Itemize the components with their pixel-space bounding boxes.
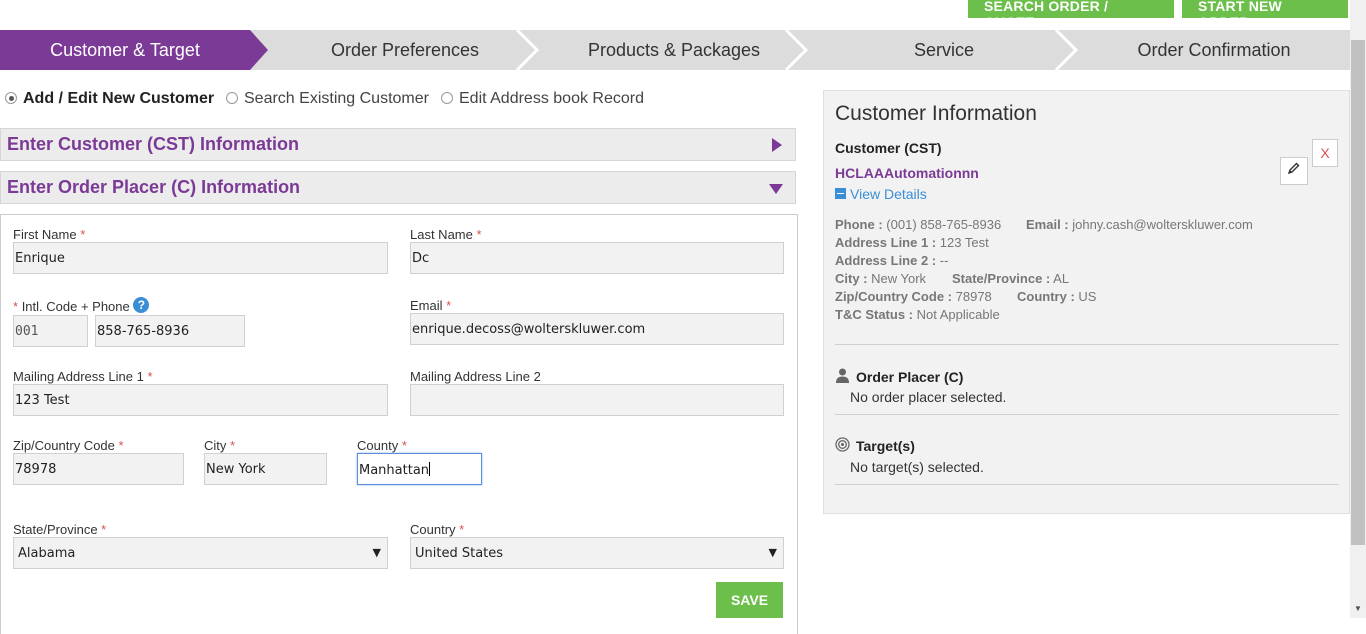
radio-button[interactable] bbox=[5, 92, 17, 104]
state-select[interactable]: Alabama ▼ bbox=[13, 537, 388, 569]
step-products-packages[interactable]: Products & Packages bbox=[540, 30, 808, 70]
order-placer-section-header[interactable]: Enter Order Placer (C) Information bbox=[0, 171, 796, 204]
dropdown-arrow-icon: ▼ bbox=[372, 546, 381, 559]
address2-label: Mailing Address Line 2 bbox=[410, 369, 541, 384]
step-order-confirmation[interactable]: Order Confirmation bbox=[1078, 30, 1350, 70]
state-label: State/Province * bbox=[13, 522, 107, 537]
last-name-input[interactable]: Dc bbox=[410, 242, 784, 274]
step-customer-target[interactable]: Customer & Target bbox=[0, 30, 250, 70]
cst-section-header[interactable]: Enter Customer (CST) Information bbox=[0, 128, 796, 161]
scrollbar-thumb[interactable] bbox=[1351, 40, 1365, 545]
targets-empty-text: No target(s) selected. bbox=[850, 459, 984, 475]
detail-address1: Address Line 1 : 123 Test bbox=[835, 235, 989, 250]
first-name-label: First Name * bbox=[13, 227, 86, 242]
country-select[interactable]: United States ▼ bbox=[410, 537, 784, 569]
state-selected-value: Alabama bbox=[18, 546, 76, 561]
phone-label: * Intl. Code + Phone ? bbox=[13, 297, 150, 314]
detail-city: City : New York bbox=[835, 271, 927, 286]
step-service[interactable]: Service bbox=[808, 30, 1080, 70]
radio-label: Search Existing Customer bbox=[244, 90, 429, 107]
order-placer-empty-text: No order placer selected. bbox=[850, 389, 1007, 405]
county-input[interactable]: Manhattan bbox=[357, 453, 482, 485]
zip-label: Zip/Country Code * bbox=[13, 438, 124, 453]
active-step-arrow bbox=[250, 30, 268, 70]
intl-code-input[interactable]: 001 bbox=[13, 315, 88, 347]
step-separator-arrow bbox=[784, 30, 809, 70]
text-cursor bbox=[429, 462, 431, 476]
customer-information-panel: Customer Information Customer (CST) HCLA… bbox=[823, 90, 1350, 514]
order-placer-form bbox=[0, 214, 798, 634]
radio-add-edit-new-customer[interactable]: Add / Edit New Customer bbox=[5, 90, 214, 108]
radio-label: Add / Edit New Customer bbox=[23, 90, 215, 107]
first-name-input[interactable]: Enrique bbox=[13, 242, 388, 274]
email-input[interactable]: enrique.decoss@wolterskluwer.com bbox=[410, 313, 784, 345]
country-selected-value: United States bbox=[415, 546, 504, 561]
order-wizard-steps: Customer & Target Order Preferences Prod… bbox=[0, 30, 1350, 70]
country-label: Country * bbox=[410, 522, 465, 537]
targets-heading: Target(s) bbox=[856, 438, 915, 454]
collapse-icon bbox=[835, 188, 846, 199]
caret-down-icon bbox=[769, 184, 783, 194]
start-new-order-button[interactable]: START NEW ORDER bbox=[1182, 0, 1348, 30]
radio-search-existing-customer[interactable]: Search Existing Customer bbox=[226, 90, 429, 108]
pencil-icon bbox=[1287, 162, 1300, 175]
detail-zip: Zip/Country Code : 78978 bbox=[835, 289, 992, 304]
step-separator-arrow bbox=[515, 30, 540, 70]
zip-input[interactable]: 78978 bbox=[13, 453, 184, 485]
county-label: County * bbox=[357, 438, 407, 453]
radio-button[interactable] bbox=[441, 92, 453, 104]
panel-title: Customer Information bbox=[835, 102, 1037, 125]
radio-button[interactable] bbox=[226, 92, 238, 104]
cst-heading: Customer (CST) bbox=[835, 140, 942, 156]
person-icon bbox=[836, 368, 849, 383]
order-placer-heading: Order Placer (C) bbox=[856, 369, 964, 385]
save-button[interactable]: SAVE bbox=[716, 582, 783, 618]
step-separator-arrow bbox=[1054, 30, 1079, 70]
detail-email: Email : johny.cash@wolterskluwer.com bbox=[1026, 217, 1253, 232]
remove-customer-button[interactable]: X bbox=[1312, 139, 1338, 167]
detail-state: State/Province : AL bbox=[952, 271, 1070, 286]
divider bbox=[835, 414, 1339, 415]
section-title: Enter Order Placer (C) Information bbox=[7, 177, 301, 197]
divider bbox=[835, 344, 1339, 345]
address1-label: Mailing Address Line 1 * bbox=[13, 369, 153, 384]
radio-edit-address-book-record[interactable]: Edit Address book Record bbox=[441, 90, 644, 108]
search-order-quote-button[interactable]: SEARCH ORDER / QUOTE bbox=[968, 0, 1174, 30]
city-input[interactable]: New York bbox=[204, 453, 327, 485]
address1-input[interactable]: 123 Test bbox=[13, 384, 388, 416]
dropdown-arrow-icon: ▼ bbox=[768, 546, 777, 559]
detail-phone: Phone : (001) 858-765-8936 bbox=[835, 217, 1002, 232]
step-order-preferences[interactable]: Order Preferences bbox=[270, 30, 540, 70]
help-icon[interactable]: ? bbox=[133, 297, 150, 313]
caret-right-icon bbox=[772, 138, 782, 152]
section-title: Enter Customer (CST) Information bbox=[7, 134, 300, 154]
last-name-label: Last Name * bbox=[410, 227, 482, 242]
detail-country: Country : US bbox=[1017, 289, 1097, 304]
city-label: City * bbox=[204, 438, 236, 453]
address2-input[interactable] bbox=[410, 384, 784, 416]
scroll-down-arrow-icon[interactable]: ▼ bbox=[1354, 604, 1362, 613]
detail-tc-status: T&C Status : Not Applicable bbox=[835, 307, 1000, 322]
detail-address2: Address Line 2 : -- bbox=[835, 253, 949, 268]
view-details-link[interactable]: View Details bbox=[835, 186, 927, 202]
email-label: Email * bbox=[410, 298, 452, 313]
divider bbox=[835, 484, 1339, 485]
phone-number-input[interactable]: 858-765-8936 bbox=[95, 315, 245, 347]
target-icon bbox=[835, 437, 850, 452]
radio-label: Edit Address book Record bbox=[459, 90, 644, 107]
edit-customer-button[interactable] bbox=[1280, 157, 1308, 185]
cst-name: HCLAAAutomationnn bbox=[835, 165, 979, 181]
